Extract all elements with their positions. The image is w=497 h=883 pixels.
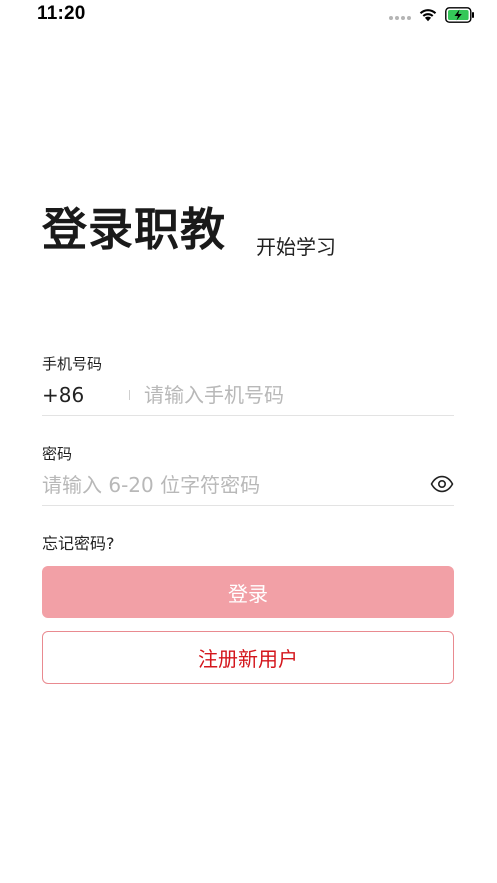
wifi-icon <box>419 9 437 22</box>
phone-divider <box>129 390 130 400</box>
page-subtitle: 开始学习 <box>256 235 336 259</box>
page-title: 登录职教 <box>42 203 227 256</box>
password-input[interactable] <box>42 470 412 500</box>
phone-input[interactable] <box>144 380 444 410</box>
battery-charging-icon <box>445 7 474 23</box>
forgot-password-link[interactable]: 忘记密码? <box>42 533 115 555</box>
status-time: 11:20 <box>37 3 86 24</box>
country-code-selector[interactable]: +86 <box>42 382 84 408</box>
phone-label: 手机号码 <box>42 355 103 373</box>
eye-icon[interactable] <box>430 474 454 494</box>
password-label: 密码 <box>42 445 73 463</box>
password-field-row <box>42 468 454 506</box>
phone-field-row: +86 <box>42 378 454 416</box>
register-button[interactable]: 注册新用户 <box>42 631 454 684</box>
login-button[interactable]: 登录 <box>42 566 454 618</box>
signal-icon <box>389 16 411 20</box>
status-bar: 11:20 <box>0 0 497 32</box>
